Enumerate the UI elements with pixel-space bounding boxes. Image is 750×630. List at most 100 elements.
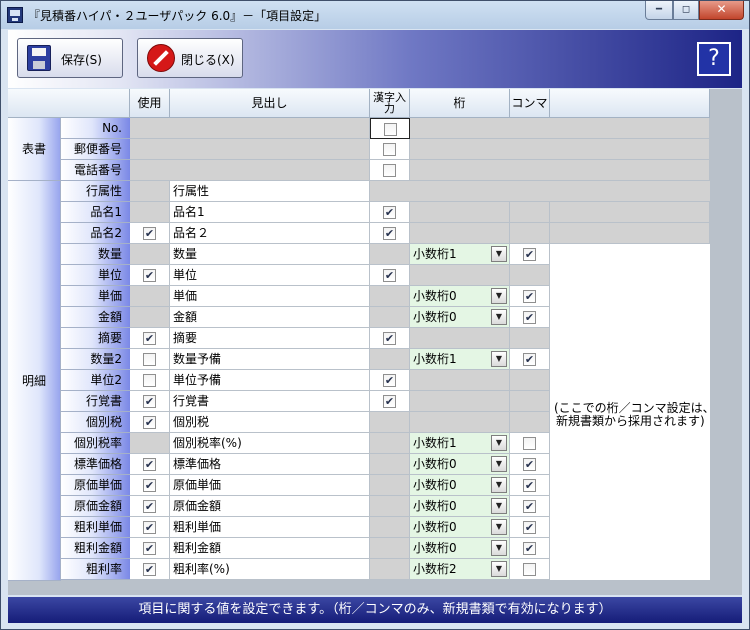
comma-checkbox[interactable]: ✔ xyxy=(523,290,536,303)
heading-input[interactable]: 単位 xyxy=(170,265,370,286)
digits-select[interactable]: 小数桁1 ▼ xyxy=(410,244,510,265)
comma-cell[interactable]: ✔ xyxy=(510,475,550,496)
dropdown-arrow-icon[interactable]: ▼ xyxy=(491,540,507,556)
heading-input[interactable]: 単位予備 xyxy=(170,370,370,391)
use-cell[interactable]: ✔ xyxy=(130,517,170,538)
comma-checkbox[interactable] xyxy=(523,437,536,450)
comma-cell[interactable]: ✔ xyxy=(510,286,550,307)
heading-input[interactable]: 品名２ xyxy=(170,223,370,244)
dropdown-arrow-icon[interactable]: ▼ xyxy=(491,477,507,493)
dropdown-arrow-icon[interactable]: ▼ xyxy=(491,519,507,535)
kanji-checkbox[interactable]: ✔ xyxy=(383,206,396,219)
digits-select[interactable]: 小数桁1 ▼ xyxy=(410,349,510,370)
use-cell[interactable]: ✔ xyxy=(130,475,170,496)
kanji-checkbox[interactable]: ✔ xyxy=(383,269,396,282)
heading-input[interactable]: 摘要 xyxy=(170,328,370,349)
digits-select[interactable]: 小数桁0 ▼ xyxy=(410,517,510,538)
kanji-cell[interactable]: ✔ xyxy=(370,391,410,412)
digits-select[interactable]: 小数桁0 ▼ xyxy=(410,454,510,475)
heading-input[interactable]: 標準価格 xyxy=(170,454,370,475)
use-cell[interactable]: ✔ xyxy=(130,391,170,412)
digits-select[interactable]: 小数桁0 ▼ xyxy=(410,496,510,517)
comma-cell[interactable]: ✔ xyxy=(510,307,550,328)
use-checkbox[interactable]: ✔ xyxy=(143,227,156,240)
comma-checkbox[interactable] xyxy=(523,563,536,576)
kanji-checkbox[interactable]: ✔ xyxy=(383,332,396,345)
comma-cell[interactable] xyxy=(510,559,550,580)
use-checkbox[interactable]: ✔ xyxy=(143,416,156,429)
use-cell[interactable]: ✔ xyxy=(130,496,170,517)
heading-input[interactable]: 個別税 xyxy=(170,412,370,433)
heading-input[interactable]: 粗利単価 xyxy=(170,517,370,538)
heading-input[interactable]: 原価単価 xyxy=(170,475,370,496)
window-close-button[interactable]: ✕ xyxy=(699,1,744,20)
use-checkbox[interactable] xyxy=(143,353,156,366)
hyosho-kanji-cell[interactable] xyxy=(370,118,410,139)
comma-cell[interactable]: ✔ xyxy=(510,517,550,538)
comma-cell[interactable] xyxy=(510,433,550,454)
app-icon[interactable] xyxy=(7,7,23,23)
use-checkbox[interactable]: ✔ xyxy=(143,563,156,576)
use-cell[interactable]: ✔ xyxy=(130,223,170,244)
heading-input[interactable]: 粗利金額 xyxy=(170,538,370,559)
use-cell[interactable]: ✔ xyxy=(130,538,170,559)
heading-input[interactable]: 数量予備 xyxy=(170,349,370,370)
comma-checkbox[interactable]: ✔ xyxy=(523,353,536,366)
heading-input[interactable]: 金額 xyxy=(170,307,370,328)
comma-cell[interactable]: ✔ xyxy=(510,244,550,265)
kanji-checkbox[interactable]: ✔ xyxy=(383,227,396,240)
kanji-checkbox[interactable] xyxy=(383,164,396,177)
comma-checkbox[interactable]: ✔ xyxy=(523,248,536,261)
heading-input[interactable]: 行覚書 xyxy=(170,391,370,412)
digits-select[interactable]: 小数桁2 ▼ xyxy=(410,559,510,580)
use-checkbox[interactable]: ✔ xyxy=(143,332,156,345)
comma-checkbox[interactable]: ✔ xyxy=(523,458,536,471)
dropdown-arrow-icon[interactable]: ▼ xyxy=(491,309,507,325)
kanji-checkbox[interactable] xyxy=(384,123,397,136)
heading-input[interactable]: 数量 xyxy=(170,244,370,265)
minimize-button[interactable]: ━ xyxy=(645,1,673,20)
use-checkbox[interactable]: ✔ xyxy=(143,458,156,471)
dropdown-arrow-icon[interactable]: ▼ xyxy=(491,435,507,451)
use-cell[interactable]: ✔ xyxy=(130,412,170,433)
use-checkbox[interactable]: ✔ xyxy=(143,479,156,492)
close-button[interactable]: 閉じる(X) xyxy=(137,38,243,78)
heading-input[interactable]: 単価 xyxy=(170,286,370,307)
use-cell[interactable]: ✔ xyxy=(130,328,170,349)
use-checkbox[interactable] xyxy=(143,374,156,387)
comma-checkbox[interactable]: ✔ xyxy=(523,542,536,555)
use-checkbox[interactable]: ✔ xyxy=(143,542,156,555)
heading-input[interactable]: 行属性 xyxy=(170,181,370,202)
heading-input[interactable]: 原価金額 xyxy=(170,496,370,517)
save-button[interactable]: 保存(S) xyxy=(17,38,123,78)
comma-cell[interactable]: ✔ xyxy=(510,496,550,517)
kanji-cell[interactable]: ✔ xyxy=(370,370,410,391)
dropdown-arrow-icon[interactable]: ▼ xyxy=(491,456,507,472)
digits-select[interactable]: 小数桁1 ▼ xyxy=(410,433,510,454)
maximize-button[interactable]: ◻ xyxy=(673,1,699,20)
kanji-cell[interactable]: ✔ xyxy=(370,223,410,244)
digits-select[interactable]: 小数桁0 ▼ xyxy=(410,286,510,307)
comma-cell[interactable]: ✔ xyxy=(510,538,550,559)
digits-select[interactable]: 小数桁0 ▼ xyxy=(410,307,510,328)
hyosho-kanji-cell[interactable] xyxy=(370,139,410,160)
comma-cell[interactable]: ✔ xyxy=(510,349,550,370)
dropdown-arrow-icon[interactable]: ▼ xyxy=(491,246,507,262)
use-cell[interactable]: ✔ xyxy=(130,559,170,580)
kanji-cell[interactable]: ✔ xyxy=(370,265,410,286)
use-cell[interactable]: ✔ xyxy=(130,454,170,475)
dropdown-arrow-icon[interactable]: ▼ xyxy=(491,498,507,514)
help-button[interactable]: ? xyxy=(697,42,731,76)
heading-input[interactable]: 個別税率(%) xyxy=(170,433,370,454)
dropdown-arrow-icon[interactable]: ▼ xyxy=(491,561,507,577)
kanji-cell[interactable]: ✔ xyxy=(370,202,410,223)
digits-select[interactable]: 小数桁0 ▼ xyxy=(410,475,510,496)
comma-checkbox[interactable]: ✔ xyxy=(523,521,536,534)
comma-checkbox[interactable]: ✔ xyxy=(523,500,536,513)
heading-input[interactable]: 粗利率(%) xyxy=(170,559,370,580)
kanji-checkbox[interactable]: ✔ xyxy=(383,395,396,408)
use-checkbox[interactable]: ✔ xyxy=(143,521,156,534)
kanji-cell[interactable]: ✔ xyxy=(370,328,410,349)
comma-cell[interactable]: ✔ xyxy=(510,454,550,475)
dropdown-arrow-icon[interactable]: ▼ xyxy=(491,351,507,367)
